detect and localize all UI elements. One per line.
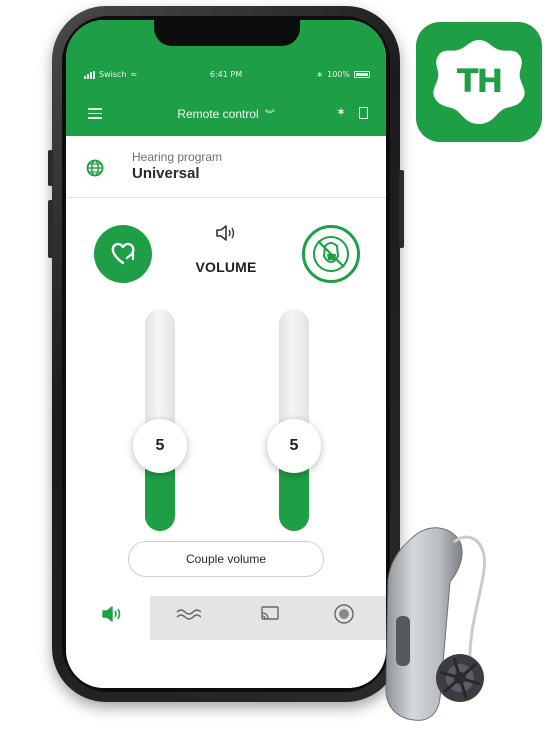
battery-percent: 100% — [327, 70, 350, 79]
mute-face-icon — [313, 236, 349, 272]
ear-dome — [436, 654, 484, 702]
cast-icon — [261, 606, 279, 620]
phone-power-button — [399, 170, 404, 248]
hearing-program-row[interactable]: Hearing program Universal — [66, 136, 386, 198]
bluetooth-status-icon: ∗ — [316, 70, 324, 79]
app-screen: Swisch ≈ 6:41 PM ∗ 100% Remote control ︾ … — [66, 20, 386, 688]
brand-logo: TH ® — [416, 22, 542, 142]
phone-side-button — [48, 200, 53, 258]
globe-icon — [86, 159, 104, 177]
mute-mask-button[interactable] — [302, 225, 360, 283]
volume-knob-left[interactable]: 5 — [133, 419, 187, 473]
battery-status-icon — [354, 71, 370, 78]
chevron-down-icon: ︾ — [264, 110, 275, 121]
record-icon — [334, 604, 354, 624]
program-label: Hearing program — [132, 150, 223, 164]
nav-bar: Remote control ︾ ✶ — [66, 102, 386, 126]
program-value: Universal — [132, 165, 200, 182]
battery-icon[interactable] — [359, 107, 368, 119]
status-right: ∗ 100% — [316, 70, 370, 79]
volume-fill-left — [145, 464, 175, 531]
volume-knob-right[interactable]: 5 — [267, 419, 321, 473]
bluetooth-icon[interactable]: ✶ — [336, 105, 346, 119]
speaker-icon — [102, 606, 121, 622]
volume-fill-right — [279, 464, 309, 531]
volume-panel: VOLUME 5 5 Couple volume — [66, 199, 386, 585]
home-indicator-area — [66, 642, 386, 688]
phone-notch — [154, 20, 300, 46]
nav-title: Remote control — [177, 107, 259, 121]
speaker-icon — [216, 225, 235, 241]
wave-icon — [176, 609, 201, 620]
tab-sound[interactable] — [168, 586, 208, 642]
tab-bar — [66, 586, 386, 642]
phone-side-button — [48, 150, 53, 186]
status-bar: Swisch ≈ 6:41 PM ∗ 100% — [66, 68, 386, 84]
logo-text: TH — [456, 62, 504, 100]
tab-volume[interactable] — [92, 586, 132, 642]
logo-registered-mark: ® — [515, 56, 521, 65]
tab-stream[interactable] — [250, 586, 290, 642]
hearing-aid-image — [385, 527, 486, 721]
couple-volume-button[interactable]: Couple volume — [128, 541, 324, 577]
